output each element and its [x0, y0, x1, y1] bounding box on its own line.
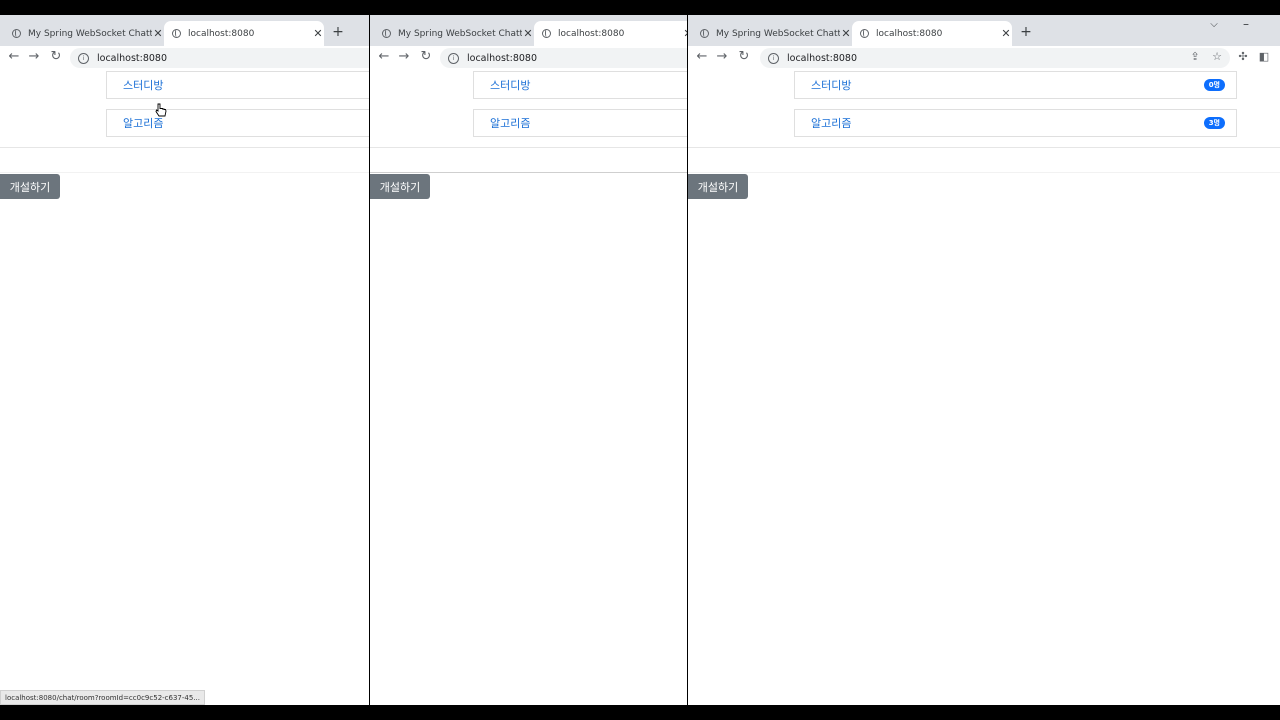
- close-tab-icon[interactable]: ✕: [522, 27, 534, 40]
- divider: [0, 172, 369, 173]
- star-icon[interactable]: ☆: [1210, 50, 1224, 63]
- open-room-button[interactable]: 개설하기: [0, 174, 60, 199]
- arrow-right-icon[interactable]: →: [714, 49, 730, 65]
- minimize-icon[interactable]: –: [1238, 17, 1254, 31]
- page-content: 스터디방 알고리즘 개설하기 localhost:8080/chat/room?…: [0, 70, 369, 705]
- new-tab-icon[interactable]: +: [330, 24, 346, 40]
- divider: [370, 172, 687, 173]
- side-panel-icon[interactable]: ◧: [1257, 50, 1271, 63]
- tab-title: localhost:8080: [876, 28, 943, 39]
- divider: [688, 147, 1280, 148]
- tab-title: My Spring WebSocket Chatting: [28, 28, 152, 39]
- reload-icon[interactable]: ↻: [48, 49, 64, 65]
- toolbar: ← → ↻ i localhost:8080 ⇪ ☆ ✣ ◧: [688, 46, 1280, 70]
- info-icon[interactable]: i: [768, 52, 779, 64]
- address-bar[interactable]: i localhost:8080: [760, 48, 1230, 68]
- arrow-right-icon[interactable]: →: [396, 49, 412, 65]
- tab-chatting[interactable]: My Spring WebSocket Chatting ✕: [692, 21, 852, 46]
- room-name[interactable]: 스터디방: [795, 77, 851, 93]
- toolbar: ← → ↻ i localhost:8080: [370, 46, 687, 70]
- close-tab-icon[interactable]: ✕: [312, 27, 324, 40]
- globe-icon: [860, 29, 869, 38]
- room-item-study[interactable]: 스터디방: [106, 71, 369, 99]
- tab-title: localhost:8080: [188, 28, 255, 39]
- browser-window-left: My Spring WebSocket Chatting ✕ localhost…: [0, 15, 369, 705]
- toolbar: ← → ↻ i localhost:8080: [0, 46, 369, 70]
- new-tab-icon[interactable]: +: [1018, 24, 1034, 40]
- chevron-down-icon[interactable]: ⌵: [1206, 19, 1222, 30]
- info-icon[interactable]: i: [78, 52, 89, 64]
- tab-chatting[interactable]: My Spring WebSocket Chatting ✕: [4, 21, 164, 46]
- arrow-left-icon[interactable]: ←: [6, 49, 22, 65]
- tab-localhost[interactable]: localhost:8080 ✕: [852, 21, 1012, 46]
- close-tab-icon[interactable]: ✕: [840, 27, 852, 40]
- room-name[interactable]: 알고리즘: [795, 115, 851, 131]
- reload-icon[interactable]: ↻: [418, 49, 434, 65]
- arrow-left-icon[interactable]: ←: [694, 49, 710, 65]
- room-item-study[interactable]: 스터디방 0명: [794, 71, 1237, 99]
- tab-strip: My Spring WebSocket Chatting ✕ localhost…: [688, 15, 1280, 46]
- room-item-algorithm[interactable]: 알고리즘: [106, 109, 369, 137]
- room-item-study[interactable]: 스터디방: [473, 71, 687, 99]
- share-icon[interactable]: ⇪: [1188, 50, 1202, 63]
- divider: [0, 147, 369, 148]
- tab-title: My Spring WebSocket Chatting: [398, 28, 522, 39]
- open-room-button[interactable]: 개설하기: [370, 174, 430, 199]
- address-bar[interactable]: i localhost:8080: [70, 48, 369, 68]
- divider: [688, 172, 1280, 173]
- screen-bottom-border: [0, 705, 1280, 720]
- reload-icon[interactable]: ↻: [736, 49, 752, 65]
- browser-window-middle: My Spring WebSocket Chatting ✕ localhost…: [370, 15, 687, 705]
- address-text: localhost:8080: [787, 52, 858, 64]
- globe-icon: [172, 29, 181, 38]
- screen-top-border: [0, 0, 1280, 15]
- tab-chatting[interactable]: My Spring WebSocket Chatting ✕: [374, 21, 534, 46]
- page-content: 스터디방 0명 알고리즘 3명 개설하기: [688, 70, 1280, 705]
- close-tab-icon[interactable]: ✕: [682, 27, 687, 40]
- info-icon[interactable]: i: [448, 52, 459, 64]
- room-name[interactable]: 알고리즘: [474, 115, 530, 131]
- tab-title: localhost:8080: [558, 28, 625, 39]
- tab-localhost[interactable]: localhost:8080 ✕: [534, 21, 687, 46]
- divider: [370, 147, 687, 148]
- room-item-algorithm[interactable]: 알고리즘: [473, 109, 687, 137]
- arrow-left-icon[interactable]: ←: [376, 49, 392, 65]
- room-name[interactable]: 스터디방: [474, 77, 530, 93]
- address-bar[interactable]: i localhost:8080: [440, 48, 687, 68]
- member-count-badge: 0명: [1203, 79, 1225, 91]
- page-content: 스터디방 알고리즘 개설하기: [370, 70, 687, 705]
- close-tab-icon[interactable]: ✕: [152, 27, 164, 40]
- member-count-badge: 3명: [1203, 117, 1225, 129]
- room-name[interactable]: 스터디방: [107, 77, 163, 93]
- tab-title: My Spring WebSocket Chatting: [716, 28, 840, 39]
- globe-icon: [382, 29, 391, 38]
- room-name[interactable]: 알고리즘: [107, 115, 163, 131]
- globe-icon: [542, 29, 551, 38]
- close-tab-icon[interactable]: ✕: [1000, 27, 1012, 40]
- globe-icon: [12, 29, 21, 38]
- tab-strip: My Spring WebSocket Chatting ✕ localhost…: [370, 15, 687, 46]
- address-text: localhost:8080: [467, 52, 538, 64]
- tab-localhost[interactable]: localhost:8080 ✕: [164, 21, 324, 46]
- puzzle-icon[interactable]: ✣: [1236, 50, 1250, 63]
- browser-window-right: My Spring WebSocket Chatting ✕ localhost…: [688, 15, 1280, 705]
- status-bubble: localhost:8080/chat/room?roomId=cc0c9c52…: [0, 690, 205, 705]
- arrow-right-icon[interactable]: →: [26, 49, 42, 65]
- room-item-algorithm[interactable]: 알고리즘 3명: [794, 109, 1237, 137]
- open-room-button[interactable]: 개설하기: [688, 174, 748, 199]
- tab-strip: My Spring WebSocket Chatting ✕ localhost…: [0, 15, 369, 46]
- globe-icon: [700, 29, 709, 38]
- address-text: localhost:8080: [97, 52, 168, 64]
